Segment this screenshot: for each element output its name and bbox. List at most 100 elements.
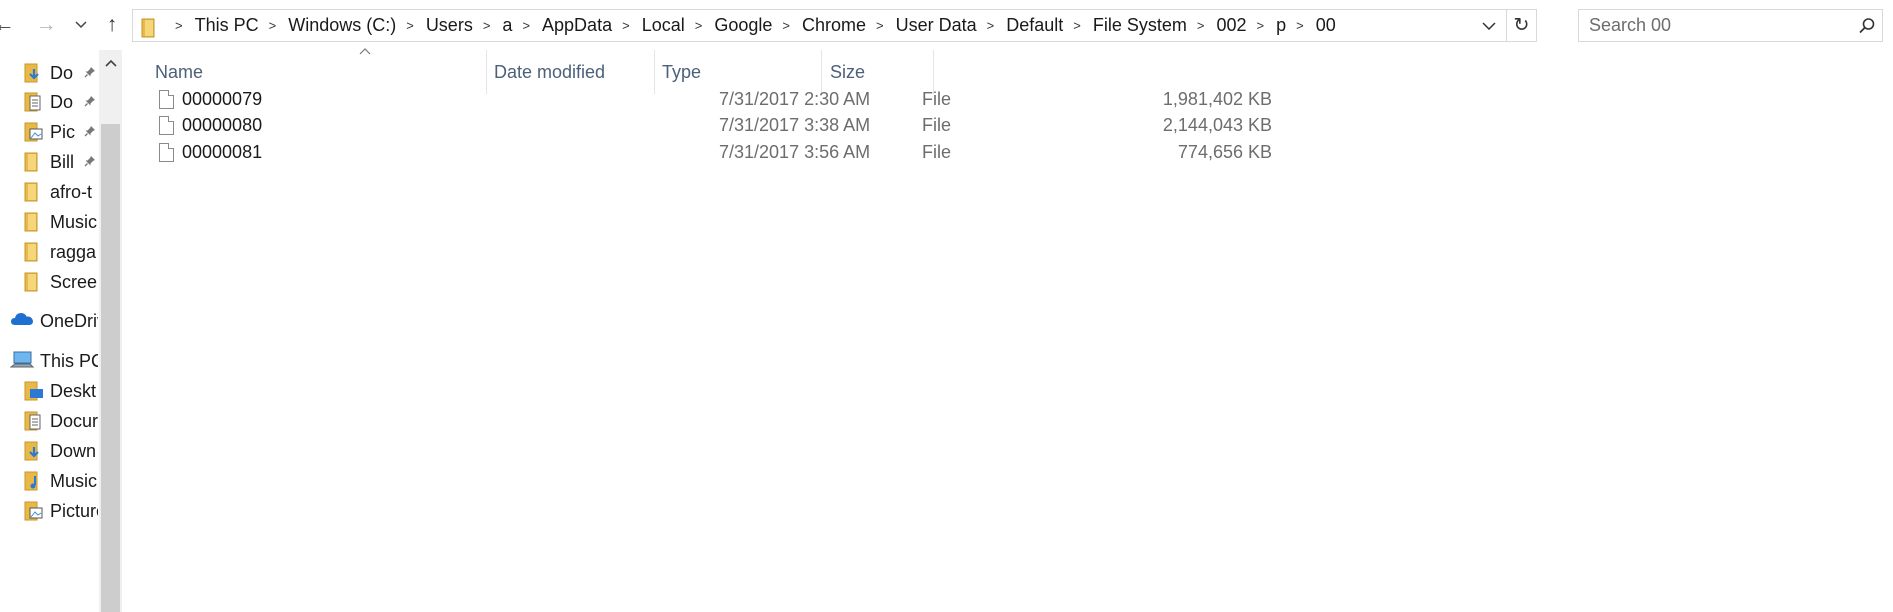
column-header-type-label: Type: [662, 61, 702, 82]
navpane-item-music[interactable]: Music: [0, 466, 98, 496]
file-icon: [159, 89, 174, 109]
breadcrumb-item[interactable]: File System: [1093, 15, 1187, 36]
breadcrumb-item[interactable]: Google: [714, 15, 772, 36]
navpane-item-ragga[interactable]: ragga: [0, 237, 98, 267]
breadcrumb-chevron-icon[interactable]: >: [522, 18, 530, 33]
chevron-up-icon: [104, 59, 117, 67]
folder-icon: [141, 18, 159, 38]
refresh-icon: ↻: [1513, 15, 1530, 36]
address-dropdown-button[interactable]: [1475, 10, 1503, 41]
folder-icon: [24, 242, 44, 262]
file-name: 00000080: [182, 115, 263, 135]
navpane-item-label: Music: [50, 211, 98, 232]
file-row[interactable]: 00000081 7/31/2017 3:56 AM File 774,656 KB: [155, 136, 1272, 168]
forward-button[interactable]: →: [34, 10, 58, 40]
breadcrumb-item[interactable]: This PC: [195, 15, 259, 36]
navpane-item-pic[interactable]: Pic: [0, 117, 98, 147]
breadcrumb-item[interactable]: Windows (C:): [288, 15, 396, 36]
breadcrumb-chevron-icon[interactable]: >: [175, 18, 183, 33]
search-input[interactable]: [1579, 10, 1852, 41]
navpane-item-afro-t[interactable]: afro-t: [0, 177, 98, 207]
pin-icon: [84, 95, 96, 110]
navpane-item-label: OneDriv: [40, 310, 98, 331]
breadcrumb-chevron-icon[interactable]: >: [695, 18, 703, 33]
navpane-item-label: ragga: [50, 241, 97, 262]
navpane-item-deskt[interactable]: Deskt: [0, 376, 98, 406]
navpane-item-label: afro-t: [50, 181, 93, 202]
navpane-item-label: Music: [50, 470, 98, 491]
navpane-item-screen[interactable]: Screen: [0, 267, 98, 297]
documents-folder-icon: [24, 411, 44, 431]
desktop-folder-icon: [24, 381, 44, 401]
breadcrumb-chevron-icon[interactable]: >: [987, 18, 995, 33]
folder-icon: [24, 272, 44, 292]
scroll-thumb[interactable]: [101, 124, 120, 612]
breadcrumb-chevron-icon[interactable]: >: [483, 18, 491, 33]
recent-locations-button[interactable]: [72, 10, 90, 40]
navpane-item-do[interactable]: Do: [0, 87, 98, 117]
file-size: 774,656 KB: [1177, 141, 1272, 162]
folder-icon: [24, 152, 44, 172]
navpane-item-music[interactable]: Music: [0, 207, 98, 237]
pin-icon: [84, 125, 96, 140]
file-name: 00000081: [182, 141, 263, 162]
navpane-item-label: Down: [50, 440, 97, 461]
navigation-bar: ← → ↑ > This PC > Windows (C:) > Users > a > AppD…: [0, 0, 1893, 50]
up-button[interactable]: ↑: [100, 10, 124, 40]
breadcrumb-item[interactable]: Users: [426, 15, 473, 36]
search-icon[interactable]: [1852, 10, 1882, 41]
navpane-item-label: This PC: [40, 350, 98, 371]
breadcrumb-chevron-icon[interactable]: >: [406, 18, 414, 33]
navpane-item-label: Deskt: [50, 380, 97, 401]
file-icon: [159, 142, 174, 162]
navpane-item-down[interactable]: Down: [0, 436, 98, 466]
breadcrumb-item[interactable]: 00: [1316, 15, 1336, 36]
folder-icon: [24, 182, 44, 202]
breadcrumb-chevron-icon[interactable]: >: [269, 18, 277, 33]
downloads-folder-icon: [24, 441, 44, 461]
breadcrumb-item[interactable]: User Data: [896, 15, 977, 36]
navpane-item-do[interactable]: Do: [0, 58, 98, 88]
chevron-down-icon: [1482, 21, 1496, 30]
breadcrumb-item[interactable]: p: [1276, 15, 1286, 36]
forward-arrow-icon: →: [35, 13, 57, 36]
up-arrow-icon: ↑: [106, 13, 118, 36]
breadcrumb-item[interactable]: 002: [1216, 15, 1246, 36]
breadcrumb-chevron-icon[interactable]: >: [1197, 18, 1205, 33]
navpane-item-label: Do: [50, 62, 74, 83]
navigation-pane-scrollbar[interactable]: [99, 50, 122, 612]
navpane-item-docur[interactable]: Docur: [0, 406, 98, 436]
file-name: 00000079: [182, 88, 263, 109]
navpane-item-onedriv[interactable]: OneDriv: [0, 306, 98, 336]
navpane-item-this-pc[interactable]: This PC: [0, 346, 98, 376]
onedrive-cloud-icon: [10, 311, 34, 331]
navpane-item-label: Pic: [50, 121, 76, 142]
refresh-button[interactable]: ↻: [1506, 10, 1536, 41]
breadcrumb-chevron-icon[interactable]: >: [1257, 18, 1265, 33]
search-box[interactable]: [1578, 9, 1883, 42]
breadcrumb-item[interactable]: Local: [642, 15, 685, 36]
back-button[interactable]: ←: [0, 10, 16, 40]
scroll-up-button[interactable]: [99, 50, 122, 76]
music-folder-icon: [24, 471, 44, 491]
breadcrumb-item[interactable]: Default: [1006, 15, 1063, 36]
breadcrumb-item[interactable]: Chrome: [802, 15, 866, 36]
breadcrumb-chevron-icon[interactable]: >: [876, 18, 884, 33]
column-header-date-label: Date modified: [494, 61, 606, 82]
column-header-name-label: Name: [155, 61, 204, 82]
folder-icon: [24, 212, 44, 232]
breadcrumb-item[interactable]: AppData: [542, 15, 612, 36]
address-bar[interactable]: > This PC > Windows (C:) > Users > a > AppData > Lo…: [132, 9, 1537, 42]
breadcrumb-chevron-icon[interactable]: >: [1073, 18, 1081, 33]
breadcrumb-chevron-icon[interactable]: >: [622, 18, 630, 33]
documents-folder-icon: [24, 92, 44, 112]
file-name-cell[interactable]: 00000081: [155, 136, 262, 168]
navpane-item-bill[interactable]: Bill: [0, 147, 98, 177]
breadcrumb-chevron-icon[interactable]: >: [1296, 18, 1304, 33]
navpane-item-label: Docur: [50, 410, 98, 431]
file-date-modified: 7/31/2017 3:56 AM: [719, 141, 871, 162]
breadcrumb: > This PC > Windows (C:) > Users > a > AppData > Lo…: [165, 10, 1336, 41]
navpane-item-picture[interactable]: Picture: [0, 496, 98, 526]
breadcrumb-item[interactable]: a: [502, 15, 512, 36]
breadcrumb-chevron-icon[interactable]: >: [782, 18, 790, 33]
